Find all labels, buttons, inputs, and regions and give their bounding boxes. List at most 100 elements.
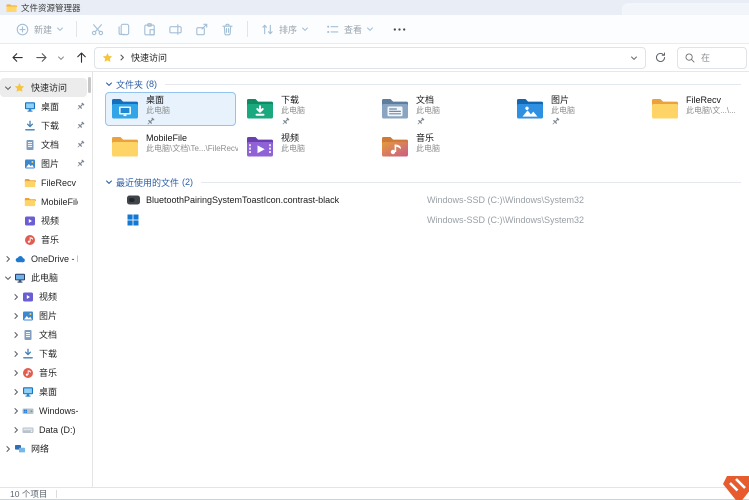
chevron-right-icon[interactable] [12,293,22,301]
content-pane: 文件夹 (8) 桌面此电脑下载此电脑文档此电脑图片此电脑FileRecv此电脑\… [93,72,749,487]
chevron-right-icon[interactable] [12,426,22,434]
toolbar-divider [76,21,77,37]
cut-button[interactable] [84,22,110,37]
sort-button-label: 排序 [279,23,297,36]
tile-name: 音乐 [416,133,440,144]
recent-file-row[interactable]: BluetoothPairingSystemToastIcon.contrast… [105,190,749,210]
sort-arrows-icon [260,22,275,37]
folders-section-header: 文件夹 (8) [105,78,749,90]
sidebar-item-pc-downloads[interactable]: 下载 [0,344,92,363]
tile-text: MobileFile此电脑\文档\Te...\FileRecv [146,133,238,161]
sidebar-item-pc-documents[interactable]: 文档 [0,325,92,344]
folder-plain-icon [651,97,679,123]
collapse-chevron-icon[interactable] [105,178,113,186]
sidebar-item-desktop[interactable]: 桌面 [0,97,92,116]
sidebar-item-label: 图片 [39,309,57,322]
refresh-button[interactable] [648,47,672,69]
folder-icon [24,177,36,189]
sidebar-item-filerecv[interactable]: FileRecv [0,173,92,192]
documents-icon [24,139,36,151]
sidebar-item-videos[interactable]: 视频 [0,211,92,230]
chevron-down-icon[interactable] [4,84,14,92]
share-button[interactable] [188,22,214,37]
sidebar-item-pc-pictures[interactable]: 图片 [0,306,92,325]
watermark-logo [722,475,749,500]
breadcrumb-chevron-icon[interactable] [118,53,126,62]
item-count: 10 个项目 [10,488,47,500]
chevron-right-icon[interactable] [4,255,14,263]
tile-text: 下载此电脑 [281,95,305,123]
folder-tile-downloads[interactable]: 下载此电脑 [240,92,371,126]
forward-button[interactable] [30,47,52,69]
chevron-down-icon[interactable] [4,274,14,282]
tile-location: 此电脑 [416,106,440,116]
pictures-icon [22,310,34,322]
view-button-label: 查看 [344,23,362,36]
sidebar-item-windows-ssd[interactable]: Windows-SSD (C: [0,401,92,420]
downloads-icon [22,348,34,360]
rename-button[interactable] [162,22,188,37]
paste-button[interactable] [136,22,162,37]
back-button[interactable] [6,47,28,69]
tile-name: 下载 [281,95,305,106]
sidebar-item-onedrive[interactable]: OneDrive - Person... [0,249,92,268]
recent-locations-button[interactable] [54,47,68,69]
sidebar-item-pc-videos[interactable]: 视频 [0,287,92,306]
up-button[interactable] [70,47,92,69]
folder-tile-filerecv[interactable]: FileRecv此电脑\文...\... [645,92,749,126]
folder-tile-documents[interactable]: 文档此电脑 [375,92,506,126]
drive-icon [22,424,34,436]
folder-downloads-icon [246,97,274,123]
address-bar[interactable]: 快速访问 [94,47,646,69]
breadcrumb[interactable]: 快速访问 [131,51,167,64]
chevron-right-icon[interactable] [12,407,22,415]
chevron-down-icon [56,25,64,33]
new-button[interactable]: 新建 [10,19,69,40]
sidebar-item-pc-music[interactable]: 音乐 [0,363,92,382]
pictures-icon [24,158,36,170]
sidebar-item-pictures[interactable]: 图片 [0,154,92,173]
sidebar-item-downloads[interactable]: 下载 [0,116,92,135]
address-dropdown-icon[interactable] [630,54,638,62]
tile-location: 此电脑\文...\... [686,106,736,116]
chevron-right-icon[interactable] [12,369,22,377]
delete-button[interactable] [214,22,240,37]
folder-tile-videos[interactable]: 视频此电脑 [240,130,371,164]
sidebar-item-pc-desktop[interactable]: 桌面 [0,382,92,401]
sidebar-item-quick-access[interactable]: 快速访问 [0,78,87,97]
sidebar-item-label: 视频 [39,290,57,303]
folder-tile-music[interactable]: 音乐此电脑 [375,130,506,164]
recent-file-row[interactable]: Windows-SSD (C:)\Windows\System32 [105,210,749,230]
tile-name: 图片 [551,95,575,106]
sidebar-item-mobilefile[interactable]: MobileFile [0,192,92,211]
sidebar-item-label: 音乐 [39,366,57,379]
more-button[interactable] [387,19,412,40]
sidebar-item-this-pc[interactable]: 此电脑 [0,268,92,287]
drive-windows-icon [22,405,34,417]
sort-button[interactable]: 排序 [255,19,314,40]
chevron-right-icon[interactable] [12,350,22,358]
chevron-right-icon[interactable] [12,388,22,396]
chevron-right-icon[interactable] [12,312,22,320]
chevron-down-icon [366,25,374,33]
sidebar-item-music[interactable]: 音乐 [0,230,92,249]
sidebar-item-label: Windows-SSD (C: [39,406,78,416]
tile-text: 音乐此电脑 [416,133,440,161]
collapse-chevron-icon[interactable] [105,80,113,88]
copy-button[interactable] [110,22,136,37]
chevron-right-icon[interactable] [4,445,14,453]
folder-tile-desktop[interactable]: 桌面此电脑 [105,92,236,126]
sidebar-scrollbar[interactable] [88,77,91,93]
sidebar-item-network[interactable]: 网络 [0,439,92,458]
desktop-icon [22,386,34,398]
search-box[interactable]: 在 [677,47,747,69]
pin-icon [551,117,575,126]
view-button[interactable]: 查看 [320,19,379,40]
sidebar-item-documents[interactable]: 文档 [0,135,92,154]
chevron-right-icon[interactable] [12,331,22,339]
folder-tile-pictures[interactable]: 图片此电脑 [510,92,641,126]
folder-tile-mobilefile[interactable]: MobileFile此电脑\文档\Te...\FileRecv [105,130,236,164]
sidebar-item-label: 音乐 [41,233,59,246]
sidebar-item-data-d[interactable]: Data (D:) [0,420,92,439]
address-row: 快速访问 在 [0,44,749,72]
